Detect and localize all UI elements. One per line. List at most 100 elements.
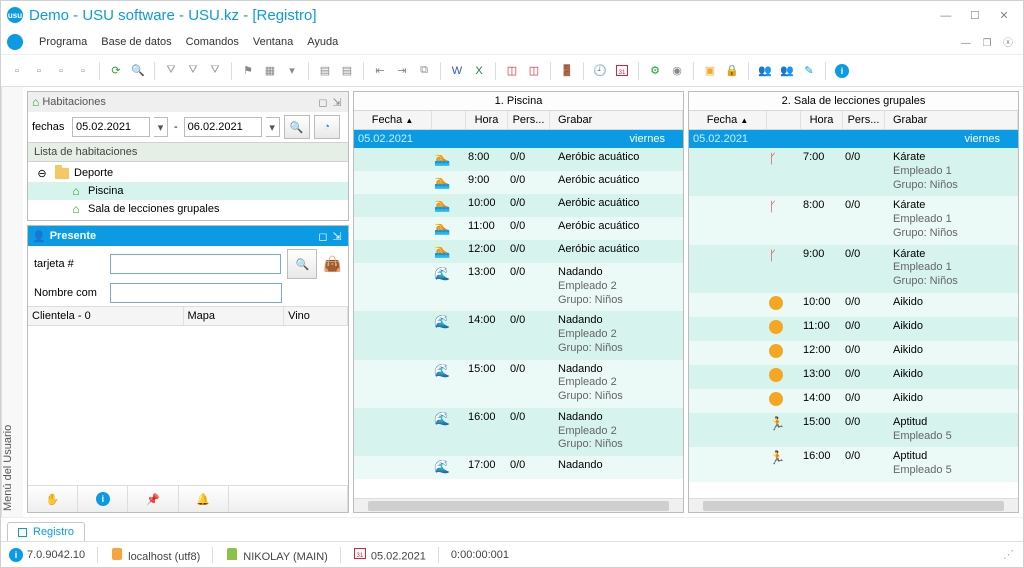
- col-wine[interactable]: Vino: [284, 307, 348, 325]
- menu-basededatos[interactable]: Base de datos: [95, 33, 177, 51]
- panel-pin2-icon[interactable]: ⇲: [330, 230, 344, 243]
- card-input[interactable]: [110, 254, 281, 274]
- schedule-row[interactable]: 🏊11:000/0Aeróbic acuático: [354, 217, 683, 240]
- tool-calendar-icon[interactable]: [612, 61, 632, 81]
- tree-node-deporte[interactable]: ⊖ Deporte: [28, 164, 348, 182]
- tool-search-icon[interactable]: 🔍: [128, 61, 148, 81]
- collapse-icon[interactable]: ⊖: [34, 166, 50, 180]
- tool-filter-icon[interactable]: ⛛: [161, 61, 181, 81]
- panel-pin-icon[interactable]: ◻: [316, 230, 330, 243]
- date-to-dropdown[interactable]: ▾: [266, 117, 280, 137]
- schedule-row[interactable]: 🌊14:000/0NadandoEmpleado 2Grupo: Niños: [354, 311, 683, 359]
- maximize-button[interactable]: ☐: [962, 9, 988, 22]
- date-to-input[interactable]: 06.02.2021: [184, 117, 262, 137]
- tool-refresh-icon[interactable]: ⟳: [106, 61, 126, 81]
- app-menu-icon[interactable]: [7, 34, 23, 50]
- schedule-row[interactable]: 🌊17:000/0Nadando: [354, 456, 683, 479]
- mdi-close-button[interactable]: ⓧ: [999, 34, 1017, 49]
- tab-registro[interactable]: Registro: [7, 522, 85, 541]
- tool-gear-icon[interactable]: ⚙: [645, 61, 665, 81]
- schedule-row[interactable]: 🏊8:000/0Aeróbic acuático: [354, 148, 683, 171]
- tool-grid-icon[interactable]: ▤: [315, 61, 335, 81]
- empty-button[interactable]: [229, 486, 348, 512]
- schedule-row[interactable]: 🌊15:000/0NadandoEmpleado 2Grupo: Niños: [354, 360, 683, 408]
- col-map[interactable]: Mapa: [184, 307, 285, 325]
- minimize-button[interactable]: —: [933, 10, 959, 22]
- tool-save-icon[interactable]: ▫: [51, 61, 71, 81]
- bell-button[interactable]: 🔔: [179, 486, 229, 512]
- tool-image-icon[interactable]: ▦: [260, 61, 280, 81]
- menu-ayuda[interactable]: Ayuda: [301, 33, 344, 51]
- tool-copy-icon[interactable]: ⧉: [414, 61, 434, 81]
- schedule-row[interactable]: 14:000/0Aikido: [689, 389, 1018, 413]
- bag-icon[interactable]: 👜: [323, 255, 342, 273]
- schedule-row[interactable]: ᚴ8:000/0KárateEmpleado 1Grupo: Niños: [689, 196, 1018, 244]
- tool-lock-icon[interactable]: 🔒: [722, 61, 742, 81]
- tool-excel-icon[interactable]: X: [469, 61, 489, 81]
- tool-export-icon[interactable]: ▫: [73, 61, 93, 81]
- tool-open-icon[interactable]: ▫: [29, 61, 49, 81]
- col-hour[interactable]: Hora: [466, 111, 508, 129]
- date-from-dropdown[interactable]: ▾: [154, 117, 168, 137]
- name-input[interactable]: [110, 283, 282, 303]
- tool-users-icon[interactable]: 👥: [755, 61, 775, 81]
- tool-info-icon[interactable]: i: [832, 61, 852, 81]
- resize-grip-icon[interactable]: ⋰: [1003, 548, 1015, 561]
- tool-filter2-icon[interactable]: ⛛: [183, 61, 203, 81]
- tool-new-icon[interactable]: ▫: [7, 61, 27, 81]
- col-date[interactable]: Fecha ▲: [354, 111, 432, 129]
- col-rec[interactable]: Grabar: [550, 111, 683, 129]
- tool-word-icon[interactable]: W: [447, 61, 467, 81]
- col-clients[interactable]: Clientela - 0: [28, 307, 184, 325]
- col-date[interactable]: Fecha ▲: [689, 111, 767, 129]
- schedule-row[interactable]: 🏊9:000/0Aeróbic acuático: [354, 171, 683, 194]
- date-search-button[interactable]: 🔍: [284, 115, 310, 139]
- menu-programa[interactable]: Programa: [33, 33, 93, 51]
- schedule-row[interactable]: 11:000/0Aikido: [689, 317, 1018, 341]
- tool-checkin-icon[interactable]: ◫: [502, 61, 522, 81]
- schedule-row[interactable]: 🏃15:000/0AptitudEmpleado 5: [689, 413, 1018, 448]
- user-menu-tab[interactable]: Menú del Usuario: [1, 87, 23, 517]
- schedule-row[interactable]: ᚴ9:000/0KárateEmpleado 1Grupo: Niños: [689, 245, 1018, 293]
- date-group-row[interactable]: 05.02.2021viernes: [354, 130, 683, 148]
- col-pers[interactable]: Pers...: [508, 111, 550, 129]
- tool-dd-icon[interactable]: ▾: [282, 61, 302, 81]
- menu-ventana[interactable]: Ventana: [247, 33, 299, 51]
- menu-comandos[interactable]: Comandos: [180, 33, 245, 51]
- col-rec[interactable]: Grabar: [885, 111, 1018, 129]
- tool-filter3-icon[interactable]: ⛛: [205, 61, 225, 81]
- schedule-row[interactable]: 12:000/0Aikido: [689, 341, 1018, 365]
- tree-node-sala[interactable]: ⌂ Sala de lecciones grupales: [28, 200, 348, 218]
- schedule-row[interactable]: 🏊10:000/0Aeróbic acuático: [354, 194, 683, 217]
- schedule-row[interactable]: 🏃16:000/0AptitudEmpleado 5: [689, 447, 1018, 482]
- mdi-minimize-button[interactable]: —: [957, 38, 975, 49]
- tool-clock-icon[interactable]: 🕘: [590, 61, 610, 81]
- tool-outdent-icon[interactable]: ⇥: [392, 61, 412, 81]
- tool-rss-icon[interactable]: ▣: [700, 61, 720, 81]
- close-button[interactable]: ✕: [991, 9, 1017, 22]
- tool-ball-icon[interactable]: ◉: [667, 61, 687, 81]
- date-group-row[interactable]: 05.02.2021viernes: [689, 130, 1018, 148]
- tree-node-piscina[interactable]: ⌂ Piscina: [28, 182, 348, 200]
- panel-pin-icon[interactable]: ◻: [316, 96, 330, 109]
- tool-checkout-icon[interactable]: ◫: [524, 61, 544, 81]
- pin-button[interactable]: 📌: [128, 486, 178, 512]
- tool-indent-icon[interactable]: ⇤: [370, 61, 390, 81]
- schedule-row[interactable]: 🌊16:000/0NadandoEmpleado 2Grupo: Niños: [354, 408, 683, 456]
- schedule-row[interactable]: 🌊13:000/0NadandoEmpleado 2Grupo: Niños: [354, 263, 683, 311]
- hand-button[interactable]: ✋: [28, 486, 78, 512]
- schedule-row[interactable]: ᚴ7:000/0KárateEmpleado 1Grupo: Niños: [689, 148, 1018, 196]
- schedule-row[interactable]: 🏊12:000/0Aeróbic acuático: [354, 240, 683, 263]
- date-from-input[interactable]: 05.02.2021: [72, 117, 150, 137]
- horizontal-scrollbar[interactable]: [354, 498, 683, 512]
- search-client-button[interactable]: 🔍: [287, 249, 317, 279]
- schedule-row[interactable]: 10:000/0Aikido: [689, 293, 1018, 317]
- tool-door-icon[interactable]: 🚪: [557, 61, 577, 81]
- horizontal-scrollbar[interactable]: [689, 498, 1018, 512]
- tool-flag-icon[interactable]: ⚑: [238, 61, 258, 81]
- tool-groups-icon[interactable]: 👥: [777, 61, 797, 81]
- panel-pin2-icon[interactable]: ⇲: [330, 96, 344, 109]
- date-reset-button[interactable]: ◔: [314, 115, 340, 139]
- schedule-body[interactable]: 05.02.2021viernesᚴ7:000/0KárateEmpleado …: [689, 130, 1018, 498]
- mdi-restore-button[interactable]: ❐: [978, 38, 996, 49]
